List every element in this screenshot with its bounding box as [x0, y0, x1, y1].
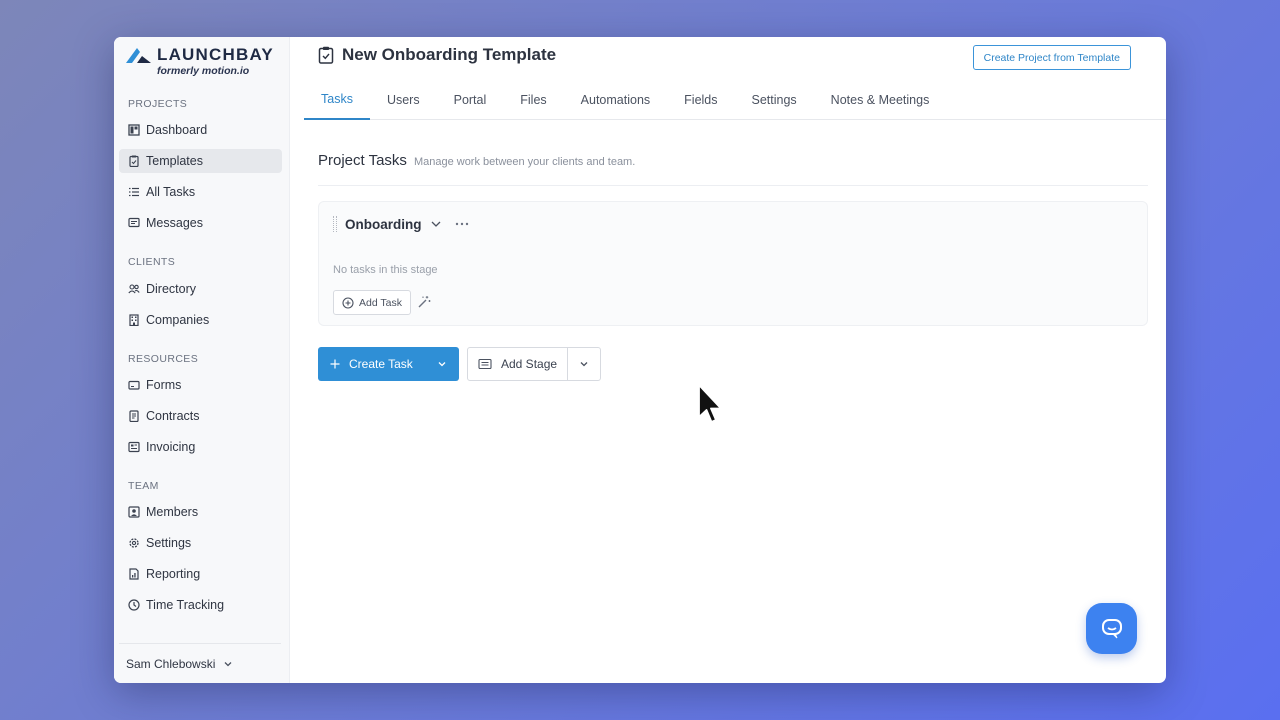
document-icon	[128, 410, 140, 422]
sidebar-item-label: Settings	[146, 536, 192, 550]
more-options-icon[interactable]	[454, 218, 470, 230]
create-project-from-template-button[interactable]: Create Project from Template	[972, 45, 1131, 70]
page-title: New Onboarding Template	[342, 45, 557, 64]
sidebar-item-label: Reporting	[146, 567, 201, 581]
sidebar-item-time-tracking[interactable]: Time Tracking	[119, 593, 282, 617]
sidebar-item-label: All Tasks	[146, 185, 196, 199]
gear-icon	[128, 537, 140, 549]
sidebar-item-members[interactable]: Members	[119, 500, 282, 524]
add-stage-button-group: Add Stage	[467, 347, 601, 381]
clipboard-icon	[318, 46, 334, 64]
user-name: Sam Chlebowski	[126, 656, 216, 671]
section-label-clients: CLIENTS	[128, 256, 176, 268]
sidebar-item-settings[interactable]: Settings	[119, 531, 282, 555]
tab-bar: Tasks Users Portal Files Automations Fie…	[304, 80, 1166, 120]
chevron-down-icon	[224, 661, 232, 666]
sidebar-item-label: Forms	[146, 378, 182, 392]
tab-notes-meetings[interactable]: Notes & Meetings	[814, 80, 947, 120]
section-description: Manage work between your clients and tea…	[413, 156, 636, 168]
add-stage-button[interactable]: Add Stage	[468, 348, 567, 380]
sidebar-item-forms[interactable]: Forms	[119, 373, 282, 397]
sidebar-item-directory[interactable]: Directory	[119, 277, 282, 301]
sidebar-item-dashboard[interactable]: Dashboard	[119, 118, 282, 142]
sidebar: LAUNCHBAY formerly motion.io PROJECTS Da…	[114, 37, 290, 683]
sidebar-item-templates[interactable]: Templates	[119, 149, 282, 173]
sidebar-item-label: Contracts	[146, 409, 200, 423]
sidebar-item-reporting[interactable]: Reporting	[119, 562, 282, 586]
empty-stage-text: No tasks in this stage	[333, 264, 438, 276]
user-menu[interactable]: Sam Chlebowski	[119, 643, 281, 683]
magic-wand-icon[interactable]	[417, 295, 431, 309]
section-label-resources: RESOURCES	[128, 353, 199, 365]
chevron-down-icon[interactable]	[430, 218, 442, 230]
support-chat-button[interactable]	[1086, 603, 1137, 654]
page-header: New Onboarding Template	[318, 45, 556, 65]
sidebar-item-invoicing[interactable]: Invoicing	[119, 435, 282, 459]
create-task-label: Create Task	[349, 357, 413, 371]
chat-bubble-icon	[1101, 618, 1122, 638]
project-tasks-header: Project Tasks Manage work between your c…	[318, 152, 635, 169]
brand-subtitle: formerly motion.io	[157, 65, 250, 77]
sidebar-item-label: Companies	[146, 313, 210, 327]
chevron-down-icon	[580, 362, 588, 367]
sidebar-item-label: Templates	[146, 154, 203, 168]
form-icon	[128, 379, 140, 391]
sidebar-item-label: Messages	[146, 216, 203, 230]
stage-card: Onboarding No tasks in this stage Add Ta…	[318, 201, 1148, 326]
clock-icon	[128, 599, 140, 611]
section-label-team: TEAM	[128, 480, 159, 492]
drag-handle-icon[interactable]	[333, 216, 337, 232]
section-title: Project Tasks	[318, 152, 407, 169]
sidebar-item-label: Directory	[146, 282, 197, 296]
add-task-button[interactable]: Add Task	[333, 290, 411, 315]
chevron-down-icon	[438, 362, 446, 367]
tab-fields[interactable]: Fields	[667, 80, 734, 120]
add-stage-label: Add Stage	[501, 357, 558, 371]
member-icon	[128, 506, 140, 518]
dashboard-icon	[128, 124, 140, 136]
tab-automations[interactable]: Automations	[564, 80, 667, 120]
tab-settings[interactable]: Settings	[735, 80, 814, 120]
stage-header: Onboarding	[333, 216, 470, 232]
mouse-cursor-icon	[698, 384, 722, 423]
tab-files[interactable]: Files	[503, 80, 563, 120]
launchbay-logo-icon	[126, 48, 151, 63]
sidebar-item-label: Time Tracking	[146, 598, 225, 612]
sidebar-item-contracts[interactable]: Contracts	[119, 404, 282, 428]
tab-portal[interactable]: Portal	[437, 80, 504, 120]
plus-icon	[330, 359, 340, 369]
create-task-dropdown[interactable]	[425, 347, 459, 381]
add-stage-dropdown[interactable]	[567, 348, 600, 380]
brand-name: LAUNCHBAY	[157, 45, 274, 64]
plus-circle-icon	[342, 296, 354, 309]
sidebar-item-label: Dashboard	[146, 123, 208, 137]
divider	[318, 185, 1148, 186]
stage-name[interactable]: Onboarding	[345, 217, 422, 232]
create-task-button-group: Create Task	[318, 347, 459, 381]
sidebar-item-all-tasks[interactable]: All Tasks	[119, 180, 282, 204]
section-label-projects: PROJECTS	[128, 98, 188, 110]
create-task-button[interactable]: Create Task	[318, 347, 425, 381]
sidebar-item-companies[interactable]: Companies	[119, 308, 282, 332]
clipboard-icon	[128, 155, 140, 167]
sidebar-item-label: Invoicing	[146, 440, 196, 454]
app-window: LAUNCHBAY formerly motion.io PROJECTS Da…	[114, 37, 1166, 683]
add-task-label: Add Task	[359, 296, 402, 309]
tab-tasks[interactable]: Tasks	[304, 80, 370, 120]
building-icon	[128, 314, 140, 326]
report-icon	[128, 568, 140, 580]
sidebar-item-label: Members	[146, 505, 199, 519]
brand-logo[interactable]: LAUNCHBAY formerly motion.io	[126, 45, 274, 77]
list-icon	[128, 186, 140, 198]
main-content: New Onboarding Template Create Project f…	[290, 37, 1166, 683]
stage-icon	[478, 358, 492, 370]
users-icon	[128, 283, 140, 295]
sidebar-item-messages[interactable]: Messages	[119, 211, 282, 235]
tab-users[interactable]: Users	[370, 80, 437, 120]
message-icon	[128, 217, 140, 229]
invoice-icon	[128, 441, 140, 453]
